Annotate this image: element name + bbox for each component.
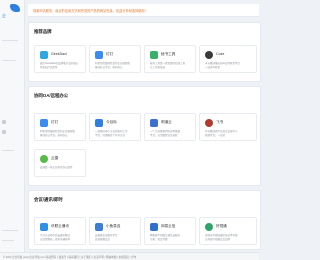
- tile-dingtalk[interactable]: 钉钉 阿里巴巴集团打造的企业级智能 移动办公平台，协同办公: [89, 45, 141, 73]
- section-title: 推荐品牌: [34, 29, 52, 34]
- haoshitong-icon: [205, 223, 213, 231]
- xiaoyu-icon: [95, 223, 103, 231]
- tile-geekdaxi[interactable]: GeekDaxi 展示GeekDaxi的品牌和产品的核心 特色和产品优势: [34, 45, 86, 73]
- tile-xunlian-cloud[interactable]: 讯联云通讯 专注企业协作的云通讯解决 方案提供商，提升沟通效率: [34, 217, 86, 245]
- tile-name: 云捷: [51, 156, 59, 160]
- tile-name: 秘书工具: [161, 52, 176, 56]
- tile-name: 今目标: [106, 120, 117, 124]
- tile-desc: 特色和产品优势: [40, 66, 58, 69]
- menu-icon[interactable]: [2, 130, 6, 134]
- tile-desc: 一站式AI开发: [205, 66, 220, 69]
- tile-yunjie[interactable]: 云捷 云捷是一款企业协作办公软件: [34, 149, 86, 177]
- logo-text: 企: [2, 13, 6, 18]
- tile-desc: 平台，灵活配置业务流程: [150, 134, 178, 137]
- section-title: 协同OA/远程办公: [34, 93, 69, 98]
- jinmubiao-icon: [95, 119, 103, 127]
- tile-dingtalk[interactable]: 钉钉 阿里巴巴集团打造的企业级智能 移动办公平台，协同办公: [34, 113, 86, 141]
- sidebar-divider: [2, 240, 14, 241]
- dingtalk-icon: [40, 119, 48, 127]
- tile-desc: 管理平台，一站式: [205, 134, 226, 137]
- tile-name: 网易云信: [161, 224, 176, 228]
- tile-haoshitong[interactable]: 好视通 深圳市华视瑞通信息技术有限 公司旗下视频会议品牌: [199, 217, 257, 245]
- tile-desc: 公司旗下视频会议品牌: [205, 238, 231, 241]
- section-title: 会议/通讯/即时: [34, 197, 63, 202]
- mingdaoyun-icon: [150, 119, 158, 127]
- tile-name: 飞书: [216, 120, 224, 124]
- tile-xiaoyu-yilian[interactable]: 小鱼易连 云视频会议服务平台 高清视频会议: [89, 217, 141, 245]
- secretary-icon: [150, 51, 158, 59]
- tile-name: 小鱼易连: [106, 224, 121, 228]
- feishu-icon: [205, 119, 213, 127]
- section-recommended-brands: 推荐品牌 GeekDaxi 展示GeekDaxi的品牌和产品的核心 特色和产品优…: [28, 22, 261, 82]
- netease-icon: [150, 223, 158, 231]
- tile-desc: 云捷是一款企业协作办公软件: [40, 166, 73, 169]
- logo-mark-icon: [10, 4, 20, 12]
- notice-text: 感谢申请服务，最近的应用方式和完成的产品的网站完善，欢迎分享和选择使用！: [33, 9, 148, 13]
- tile-name: 明道云: [161, 120, 172, 124]
- tile-desc: 专家，稳定可靠: [150, 238, 168, 241]
- sidebar: 企: [0, 0, 25, 259]
- tile-name: 钉钉: [51, 120, 59, 124]
- footer-text: © 2024 企业导航 www.企业导航.com 版权所有 | 备案号 | 联系…: [3, 255, 137, 259]
- tile-desc: 移动办公平台，协同办公: [95, 66, 123, 69]
- tile-secretary-tool[interactable]: 秘书工具 秘书工具是一款免费的在线工具 让工作更高效: [144, 45, 196, 73]
- sidebar-divider: [2, 40, 18, 41]
- tile-desc: 高清视频会议: [95, 238, 111, 241]
- tile-desc: 平台，已经服务了众多企业: [95, 134, 126, 137]
- yunjie-icon: [40, 155, 48, 163]
- tile-name: Coze: [216, 52, 225, 56]
- menu-icon[interactable]: [2, 120, 6, 124]
- coze-icon: [205, 51, 213, 59]
- notice-banner: 感谢申请服务，最近的应用方式和完成的产品的网站完善，欢迎分享和选择使用！: [28, 4, 259, 17]
- geekdaxi-icon: [40, 51, 48, 59]
- tile-feishu[interactable]: 飞书 字节跳动旗下先进企业协作与 管理平台，一站式: [199, 113, 257, 141]
- tile-jinmubiao[interactable]: 今目标 一款面向中小企业的协同工作 平台，已经服务了众多企业: [89, 113, 141, 141]
- tile-desc: 让工作更高效: [150, 66, 166, 69]
- tile-name: GeekDaxi: [51, 52, 67, 56]
- section-meeting-communication: 会议/通讯/即时 讯联云通讯 专注企业协作的云通讯解决 方案提供商，提升沟通效率…: [28, 190, 261, 250]
- tile-netease-yunxin[interactable]: 网易云信 网易旗下的融合通信云服务 专家，稳定可靠: [144, 217, 196, 245]
- sidebar-divider: [2, 60, 16, 61]
- tile-coze[interactable]: Coze 字节跳动推出的AI应用开发平台 一站式AI开发: [199, 45, 257, 73]
- tile-name: 钉钉: [106, 52, 114, 56]
- sidebar-divider: [2, 230, 18, 231]
- tile-name: 讯联云通讯: [51, 224, 69, 228]
- xunlian-icon: [40, 223, 48, 231]
- site-logo[interactable]: 企: [2, 4, 22, 18]
- tile-desc: 移动办公平台，协同办公: [40, 134, 68, 137]
- dingtalk-icon: [95, 51, 103, 59]
- section-collaboration-oa: 协同OA/远程办公 钉钉 阿里巴巴集团打造的企业级智能 移动办公平台，协同办公 …: [28, 86, 261, 186]
- tile-name: 好视通: [216, 224, 227, 228]
- tile-desc: 方案提供商，提升沟通效率: [40, 238, 71, 241]
- tile-mingdaoyun[interactable]: 明道云 一个企业级零代码应用搭建 平台，灵活配置业务流程: [144, 113, 196, 141]
- sidebar-divider: [2, 150, 14, 151]
